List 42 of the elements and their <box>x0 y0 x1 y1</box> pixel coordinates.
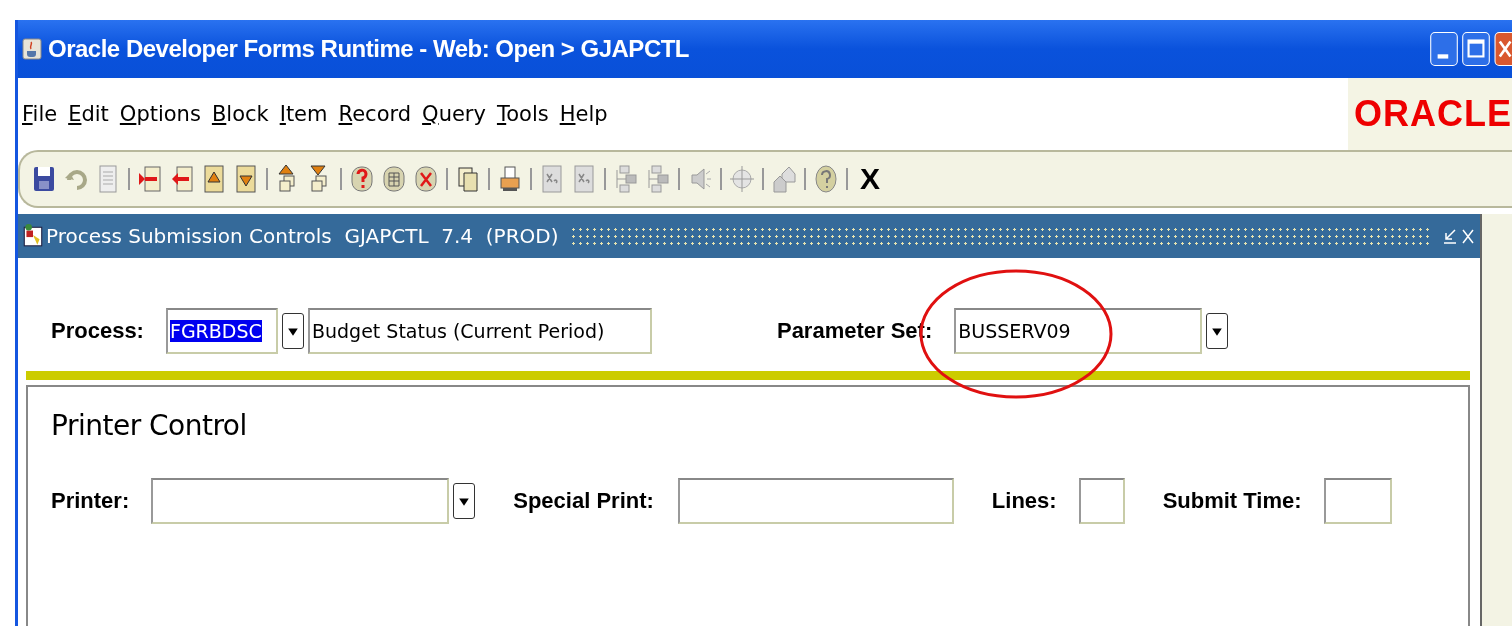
menu-item[interactable]: Block <box>211 102 269 126</box>
input-field[interactable] <box>1078 478 1125 524</box>
exit-button[interactable]: X <box>860 162 880 196</box>
remove-record-icon[interactable] <box>170 163 194 195</box>
help-icon[interactable] <box>814 163 838 195</box>
process-code-field[interactable]: FGRBDSC <box>165 308 278 354</box>
dropdown-button[interactable] <box>1206 313 1229 349</box>
menu-item[interactable]: Options <box>119 102 201 126</box>
field-label: Submit Time: <box>1162 488 1302 514</box>
input-field[interactable] <box>677 478 954 524</box>
form-title: Process Submission Controls GJAPCTL 7.4 (PROD) <box>46 224 559 248</box>
parameter-set-field[interactable]: BUSSERV09 <box>954 308 1203 354</box>
menu-item[interactable]: Item <box>279 102 328 126</box>
dropdown-button[interactable] <box>453 483 476 519</box>
dropdown-button[interactable] <box>281 313 304 349</box>
menu-item[interactable]: Edit <box>68 102 109 126</box>
triangle-up-page-icon[interactable] <box>202 163 226 195</box>
menu-item[interactable]: Tools <box>496 102 549 126</box>
process-description-field: Budget Status (Current Period) <box>307 308 652 354</box>
java-cup-icon <box>22 37 42 61</box>
field-label: Printer: <box>51 488 130 514</box>
menu-item[interactable]: File <box>22 102 58 126</box>
menu-item[interactable]: Query <box>422 102 486 126</box>
menu-item[interactable]: Record <box>338 102 412 126</box>
field-label: Process: <box>51 318 144 344</box>
xs-page-icon[interactable] <box>540 163 564 195</box>
xs-page-icon[interactable] <box>572 163 596 195</box>
insert-record-icon[interactable] <box>138 163 162 195</box>
oracle-logo: ORACLE <box>1348 78 1512 150</box>
input-field[interactable] <box>1323 478 1392 524</box>
close-button[interactable] <box>1494 32 1512 66</box>
field-label: Special Print: <box>513 488 654 514</box>
form-icon <box>22 224 44 248</box>
section-title: Printer Control <box>51 409 248 442</box>
scrollbar[interactable] <box>1480 214 1512 626</box>
maximize-button[interactable] <box>1462 32 1490 66</box>
window-title: Oracle Developer Forms Runtime - Web: Open > GJAPCTL <box>48 35 690 63</box>
menu-item[interactable]: Help <box>559 102 608 126</box>
triangle-down-page-icon[interactable] <box>234 163 258 195</box>
minimize-button[interactable] <box>1430 32 1458 66</box>
input-field[interactable] <box>151 478 450 524</box>
field-label: Lines: <box>991 488 1057 514</box>
